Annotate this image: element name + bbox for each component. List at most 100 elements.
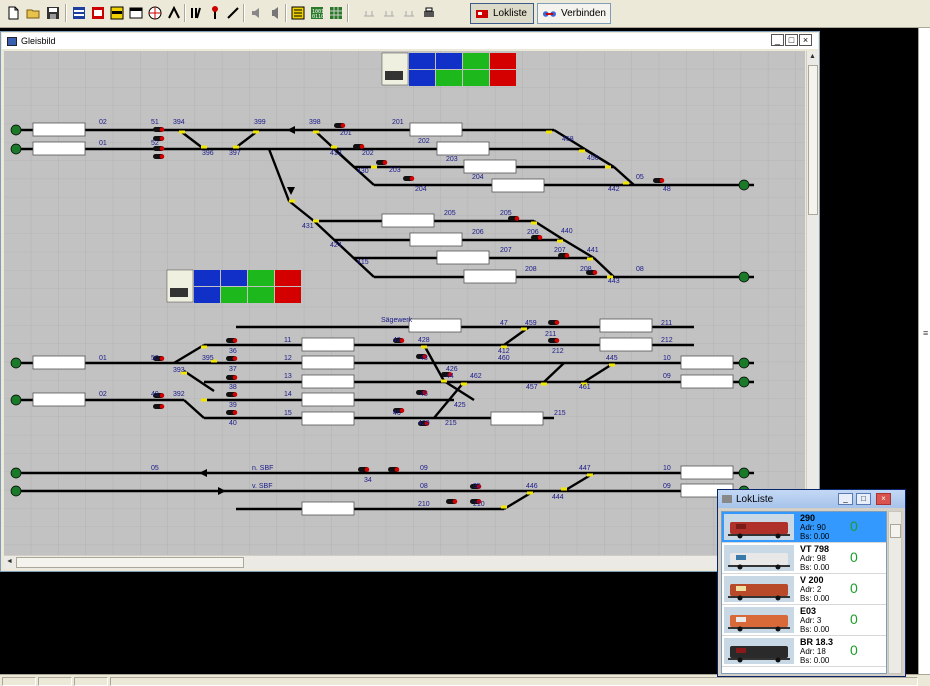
lokliste-scroll-thumb[interactable] [890, 524, 901, 538]
binary-icon[interactable]: 1001 0110 [308, 3, 326, 23]
signal-lamp-icon [159, 146, 165, 151]
locomotive-speed: 0 [850, 611, 858, 627]
track-label: 415 [357, 259, 369, 266]
track-label: 393 [173, 367, 185, 374]
block-occupancy-box [301, 411, 355, 426]
locomotive-row[interactable]: E03 Adr: 3 Bs: 0.00 0 [722, 605, 886, 636]
locomotive-row[interactable]: VT 798 Adr: 98 Bs: 0.00 0 [722, 543, 886, 574]
locomotive-address: Adr: 90 [800, 523, 826, 532]
track-label: 211 [661, 320, 672, 327]
locomotive-address: Adr: 18 [800, 647, 826, 656]
close-button[interactable]: × [799, 34, 812, 46]
block-occupancy-box [599, 318, 653, 333]
horizontal-scroll-thumb[interactable] [16, 557, 244, 568]
switch-marker [531, 221, 537, 225]
verbinden-button[interactable]: Verbinden [537, 3, 611, 24]
locomotive-list[interactable]: 290 Adr: 90 Bs: 0.00 0 VT 798 Adr: 98 Bs: 0.00… [721, 511, 887, 674]
track-label: 08 [636, 266, 644, 273]
main-toolbar: 1001 0110 Lokliste Verbinden [0, 0, 930, 28]
train-route-2-icon[interactable] [380, 3, 398, 23]
panel-button-top [221, 270, 247, 286]
locomotive-row[interactable]: V 200 Adr: 2 Bs: 0.00 0 [722, 574, 886, 605]
vertical-scroll-thumb[interactable] [808, 65, 818, 215]
block-occupancy-box [680, 355, 734, 370]
table-icon[interactable] [327, 3, 345, 23]
lokliste-scrollbar[interactable] [888, 511, 902, 674]
locomotive-speed: 0 [850, 642, 858, 658]
locomotive-image [724, 638, 794, 664]
signal-lamp-icon [554, 320, 560, 325]
locomotive-image [724, 545, 794, 571]
diagonal-track-icon[interactable] [224, 3, 242, 23]
track-label: v. SBF [252, 483, 272, 490]
locomotive-operating-hours: Bs: 0.00 [800, 532, 830, 541]
track-label: 201 [340, 130, 352, 137]
train-route-3-icon[interactable] [400, 3, 418, 23]
track-end-marker [10, 394, 22, 406]
print-icon[interactable] [420, 3, 438, 23]
block-occupancy-box [32, 141, 86, 156]
lokliste-minimize-button[interactable]: _ [838, 493, 853, 505]
schaltpult-icon[interactable] [108, 3, 126, 23]
gleisbild-titlebar[interactable]: Gleisbild [2, 33, 818, 49]
lokliste-close-button[interactable]: × [876, 493, 891, 505]
track-label: 43 [420, 355, 428, 362]
track-label: 461 [579, 384, 591, 391]
track-label: 37 [229, 366, 237, 373]
panel-keyboard-icon [385, 71, 403, 80]
track-end-marker [10, 485, 22, 497]
track-label: 431 [302, 223, 314, 230]
sound-icon[interactable] [248, 3, 266, 23]
signal-icon[interactable] [206, 3, 224, 23]
horizontal-scrollbar[interactable]: ◄ [4, 555, 805, 569]
splitter-icon[interactable]: ≡ [923, 328, 928, 338]
track-end-marker [738, 179, 750, 191]
compass-icon[interactable] [146, 3, 164, 23]
maximize-button[interactable]: □ [785, 34, 798, 46]
track-label: 36 [229, 348, 237, 355]
open-folder-icon[interactable] [24, 3, 42, 23]
switch-marker [557, 239, 563, 243]
right-scroll-edge: ≡ [918, 28, 930, 674]
track-label: 05 [151, 465, 159, 472]
list-icon[interactable] [289, 3, 307, 23]
weiche-icon[interactable] [188, 3, 206, 23]
train-route-1-icon[interactable] [360, 3, 378, 23]
panel-button-bottom [275, 287, 301, 303]
panel-button-top [194, 270, 220, 286]
track-label: 12 [284, 355, 292, 362]
track-label: 210 [473, 501, 485, 508]
panel-display [381, 52, 409, 86]
locomotive-row[interactable]: 290 Adr: 90 Bs: 0.00 0 [722, 512, 886, 543]
gleisbild-icon[interactable] [70, 3, 88, 23]
lokliste-title: LokListe [736, 493, 774, 505]
window-icon[interactable] [127, 3, 145, 23]
lokliste-restore-button[interactable]: □ [856, 493, 871, 505]
minimize-button[interactable]: _ [771, 34, 784, 46]
signal-lamp-icon [364, 467, 370, 472]
fahrpult-icon[interactable] [89, 3, 107, 23]
block-occupancy-box [301, 337, 355, 352]
new-file-icon[interactable] [4, 3, 22, 23]
track-label: 08 [420, 483, 428, 490]
track-label: Sägewerk [381, 317, 413, 324]
block-occupancy-box [301, 374, 355, 389]
track-layout-canvas[interactable]: 02 01 51 52 394 396 397 399 398 201 201 413 202 202 45… [4, 51, 805, 555]
save-icon[interactable] [44, 3, 62, 23]
scroll-up-arrow-icon[interactable]: ▲ [809, 53, 816, 60]
switch-icon[interactable] [165, 3, 183, 23]
lokliste-app-icon [722, 495, 732, 503]
lokliste-button[interactable]: Lokliste [470, 3, 534, 24]
locomotive-image [724, 514, 794, 540]
locomotive-row[interactable]: BR 18.3 Adr: 18 Bs: 0.00 0 [722, 636, 886, 667]
track-label: 444 [552, 494, 564, 501]
block-occupancy-box [680, 465, 734, 480]
speaker-icon[interactable] [266, 3, 284, 23]
gleisbild-app-icon [7, 36, 17, 46]
signal-lamp-icon [159, 393, 165, 398]
track-label: 398 [309, 119, 321, 126]
track-diagram[interactable]: 02 01 51 52 394 396 397 399 398 201 201 413 202 202 45… [4, 51, 805, 555]
scroll-left-arrow-icon[interactable]: ◄ [6, 558, 13, 565]
vertical-scrollbar[interactable]: ▲ [806, 51, 818, 555]
locomotive-speed: 0 [850, 549, 858, 565]
